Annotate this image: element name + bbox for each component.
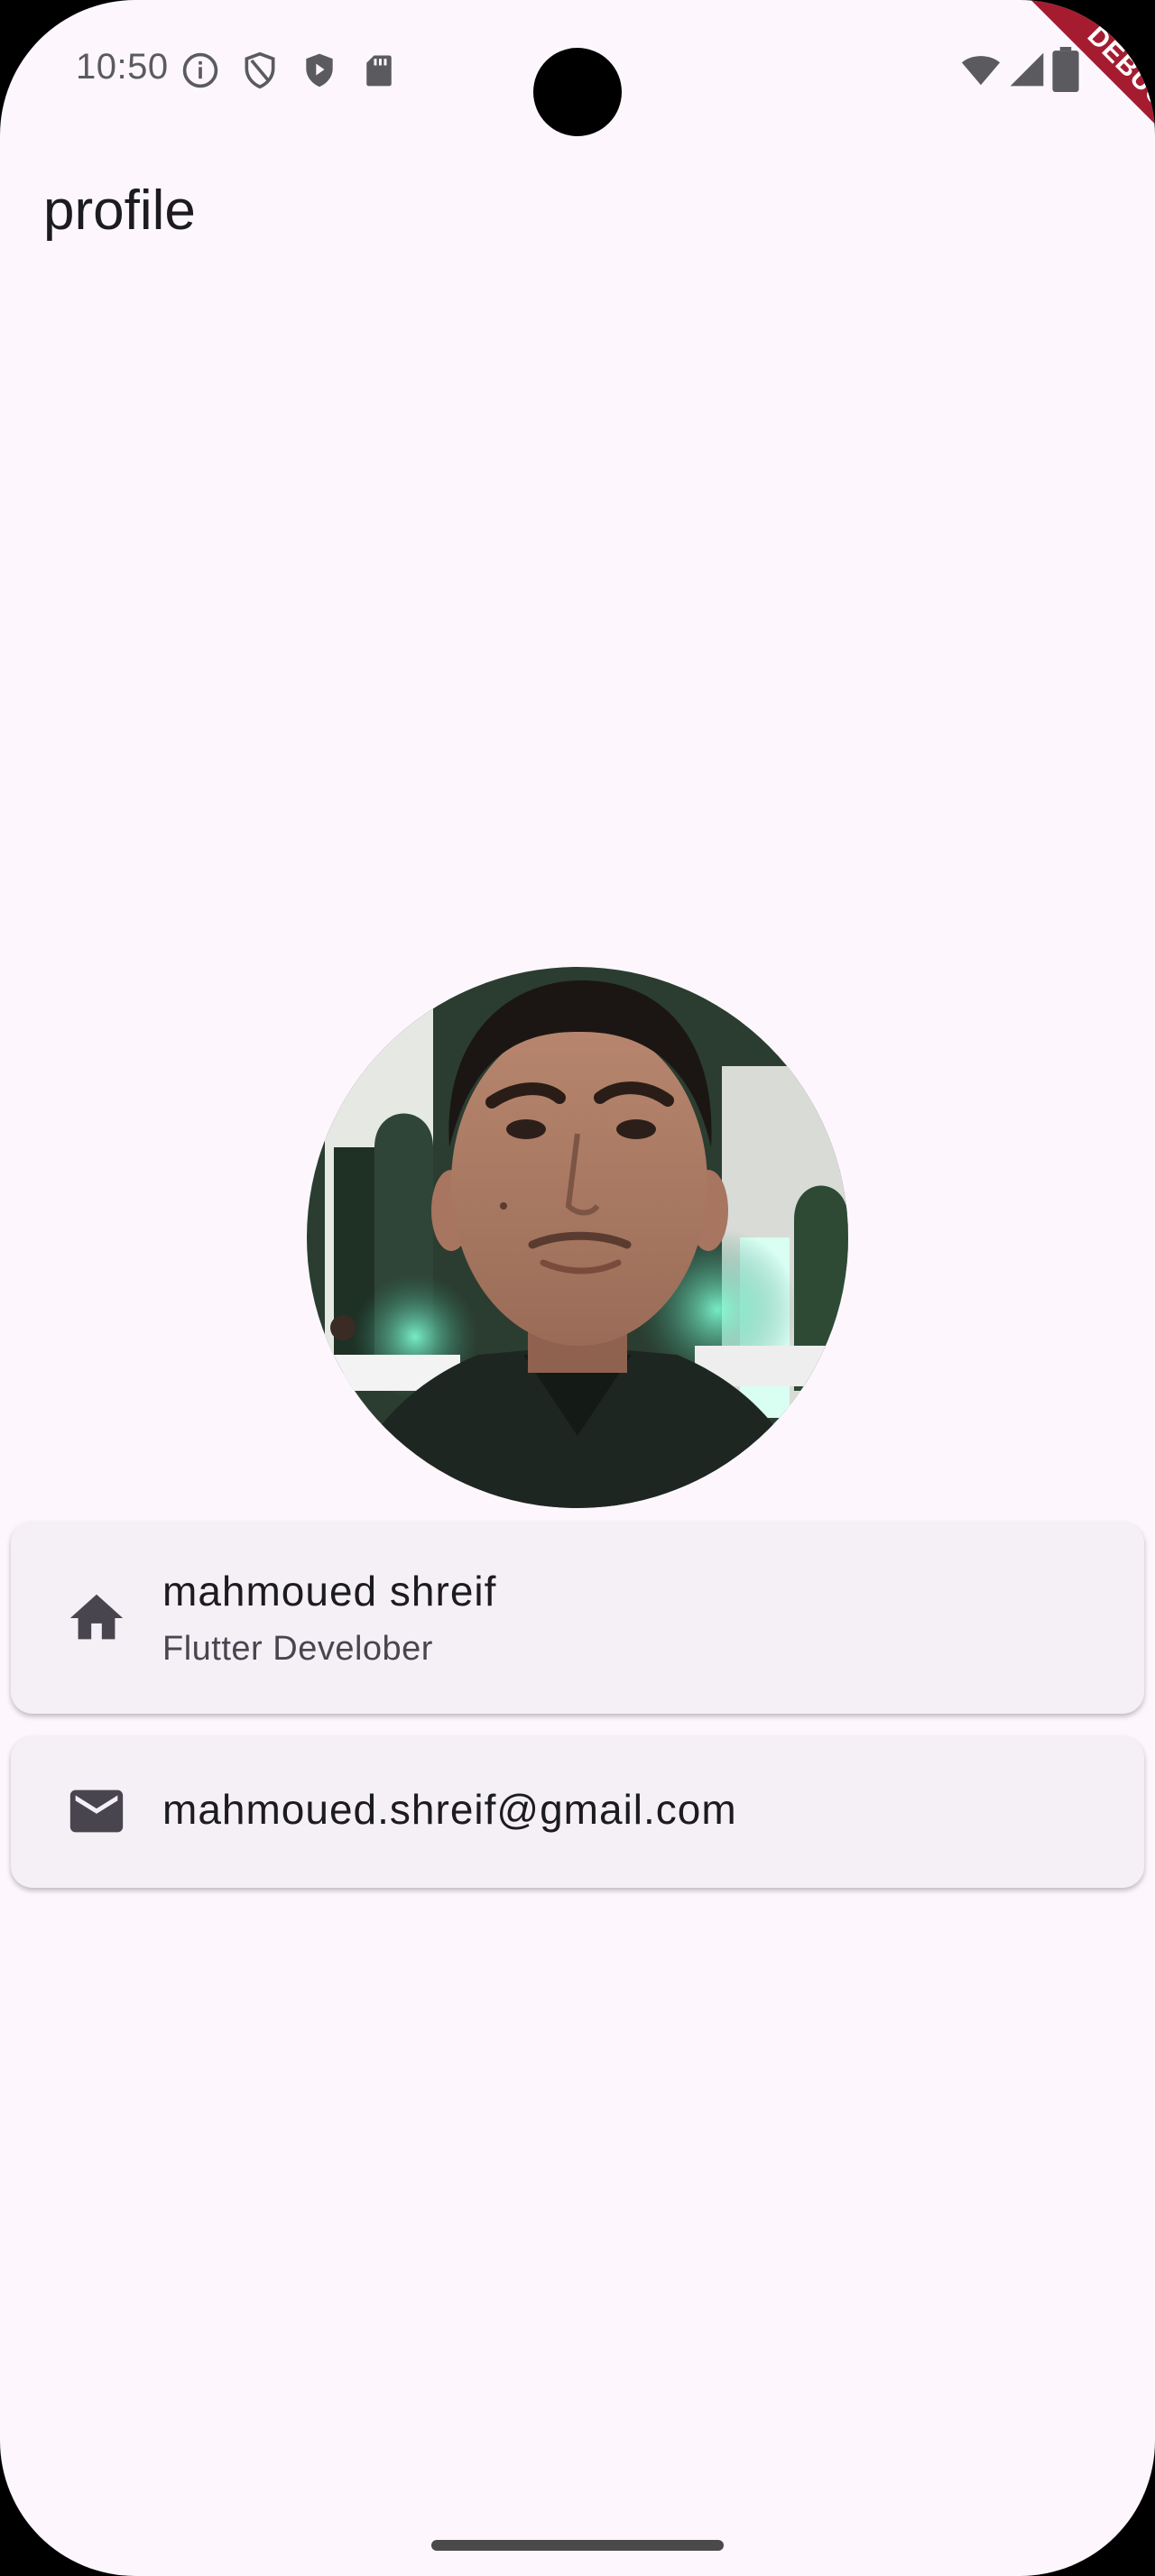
page-title: profile [43,179,196,242]
mail-icon [69,1789,124,1833]
profile-avatar[interactable] [307,967,848,1508]
shield-outline-icon [245,51,275,89]
profile-photo [307,967,848,1508]
home-indicator[interactable] [431,2540,724,2551]
home-icon [69,1594,124,1640]
status-time: 10:50 [76,47,169,87]
profile-name: mahmoued shreif [162,1568,497,1615]
sd-card-icon [366,55,392,87]
name-card[interactable]: mahmoued shreif Flutter Develober [11,1522,1144,1714]
debug-banner-label: DEBUG [1030,0,1155,166]
debug-banner: DEBUG [975,0,1155,180]
play-shield-icon [306,53,333,87]
profile-job-title: Flutter Develober [162,1630,433,1668]
email-card[interactable]: mahmoued.shreif@gmail.com [11,1736,1144,1888]
profile-email: mahmoued.shreif@gmail.com [162,1786,737,1833]
info-icon [182,52,218,88]
front-camera [533,48,622,136]
phone-screen: 10:50 DEBUG profile mahmoued shreif Flut… [0,0,1155,2576]
